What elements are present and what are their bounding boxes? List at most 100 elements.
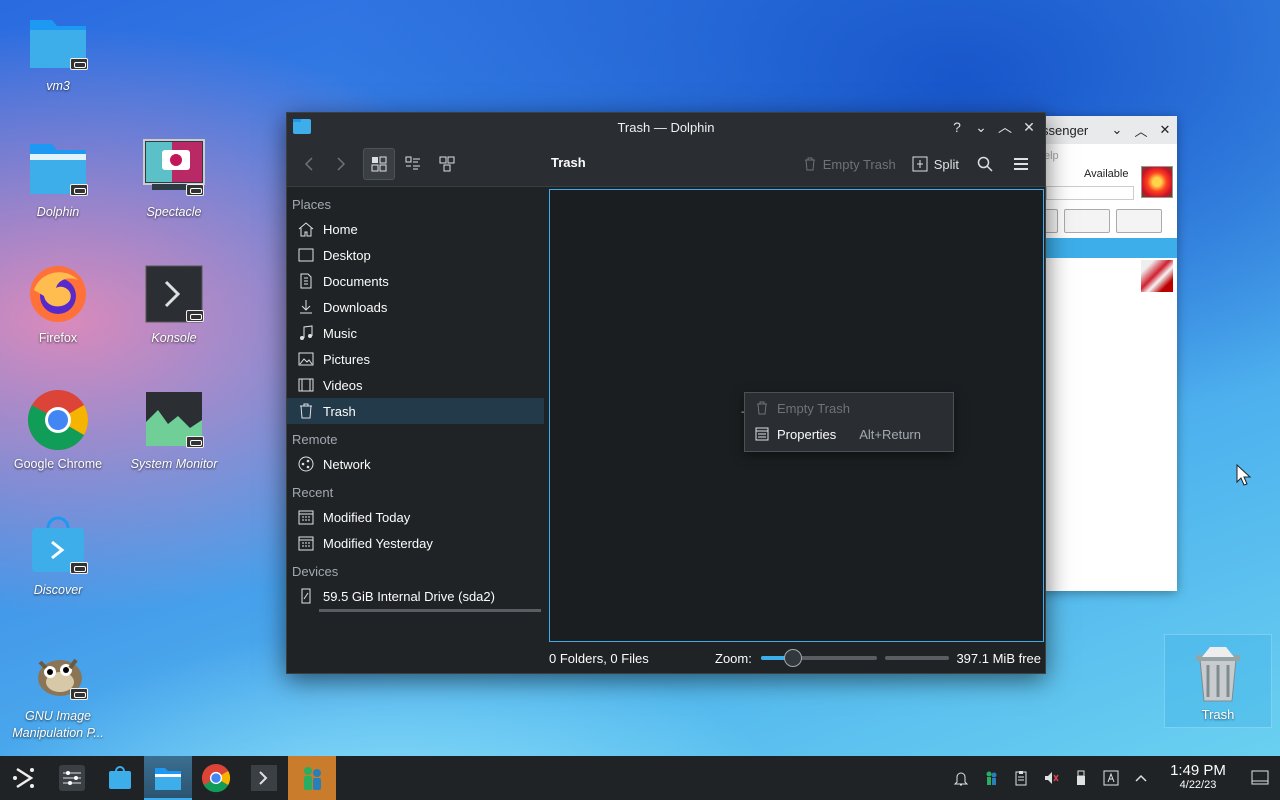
taskbar-konsole[interactable] — [240, 756, 288, 800]
trash-icon — [297, 402, 315, 420]
gimp-icon — [26, 640, 90, 704]
search-button[interactable] — [969, 148, 1001, 180]
taskbar-messenger[interactable] — [288, 756, 336, 800]
sidebar-item-music[interactable]: Music — [287, 320, 544, 346]
messenger-window[interactable]: ssenger ⌄ ︿ ✕ elp Available — [1040, 116, 1177, 591]
list-item-selected[interactable] — [1040, 238, 1177, 258]
chevron-up-icon[interactable] — [1126, 756, 1156, 800]
sidebar-item-label: Music — [323, 325, 357, 341]
status-label[interactable]: Available — [1084, 168, 1128, 180]
context-menu: Empty Trash Properties Alt+Return — [744, 392, 954, 452]
sidebar-item-videos[interactable]: Videos — [287, 372, 544, 398]
show-desktop-icon[interactable] — [1240, 756, 1280, 800]
empty-trash-button[interactable]: Empty Trash — [797, 148, 902, 180]
sidebar-item-modified-today[interactable]: Modified Today — [287, 504, 544, 530]
sidebar-item-pictures[interactable]: Pictures — [287, 346, 544, 372]
desktop-icon-label: vm3 — [46, 79, 70, 93]
keyboard-layout-icon[interactable] — [1096, 756, 1126, 800]
trash-icon — [755, 401, 771, 415]
hamburger-menu-icon — [1014, 158, 1028, 170]
menu-button[interactable] — [1005, 148, 1037, 180]
sidebar-item-label: Home — [323, 221, 358, 237]
home-icon — [297, 220, 315, 238]
volume-muted-icon[interactable] — [1036, 756, 1066, 800]
split-view-icon — [912, 156, 928, 172]
zoom-slider-handle[interactable] — [784, 649, 803, 667]
empty-trash-label: Empty Trash — [822, 156, 896, 172]
close-icon[interactable]: ✕ — [1017, 116, 1041, 138]
chevron-down-icon[interactable]: ⌄ — [1105, 122, 1129, 138]
maximize-icon[interactable]: ︿ — [1129, 121, 1153, 140]
sidebar-item-label: Modified Yesterday — [323, 535, 433, 551]
details-view-button[interactable] — [431, 148, 463, 180]
maximize-icon[interactable]: ︿ — [993, 116, 1017, 138]
menu-help[interactable]: elp — [1040, 144, 1177, 168]
desktop-trash[interactable]: Trash — [1164, 634, 1272, 728]
desktop-icon-label: Google Chrome — [13, 457, 103, 471]
desktop-icon-vm3[interactable]: vm3 — [3, 10, 113, 95]
split-label: Split — [933, 156, 959, 172]
menu-item-empty-trash[interactable]: Empty Trash — [745, 395, 953, 421]
status-bar: 0 Folders, 0 Files Zoom: 397.1 MiB free — [287, 643, 1045, 673]
calendar-icon — [297, 534, 315, 552]
sidebar-item-internal-drive[interactable]: 59.5 GiB Internal Drive (sda2) — [287, 583, 544, 609]
sidebar-item-label: Trash — [323, 403, 356, 419]
toolbar: Trash Empty Trash Split — [287, 141, 1045, 187]
desktop-icon-spectacle[interactable]: Spectacle — [119, 136, 229, 221]
help-icon[interactable]: ? — [945, 116, 969, 138]
contact-options-button[interactable] — [1116, 209, 1162, 233]
sidebar-item-documents[interactable]: Documents — [287, 268, 544, 294]
spectacle-icon — [142, 136, 206, 200]
notifications-icon[interactable] — [946, 756, 976, 800]
taskbar: 1:49 PM 4/22/23 — [0, 756, 1280, 800]
desktop-icon-discover[interactable]: Discover — [3, 514, 113, 599]
clipboard-icon[interactable] — [1006, 756, 1036, 800]
folder-icon — [26, 10, 90, 74]
taskbar-system-settings[interactable] — [48, 756, 96, 800]
minimize-icon[interactable]: ⌄ — [969, 116, 993, 138]
calendar-icon — [297, 508, 315, 526]
status-field[interactable] — [1046, 186, 1134, 200]
compact-view-button[interactable] — [397, 148, 429, 180]
messenger-titlebar[interactable]: ssenger ⌄ ︿ ✕ — [1040, 116, 1177, 144]
usb-device-icon[interactable] — [1066, 756, 1096, 800]
avatar[interactable] — [1141, 166, 1173, 198]
add-contact-button[interactable] — [1064, 209, 1110, 233]
places-header: Places — [292, 197, 332, 212]
taskbar-dolphin[interactable] — [144, 756, 192, 800]
desktop-icon-firefox[interactable]: Firefox — [3, 262, 113, 347]
dolphin-window[interactable]: Trash — Dolphin ? ⌄ ︿ ✕ Trash Empty Tras… — [286, 112, 1046, 674]
digital-clock[interactable]: 1:49 PM 4/22/23 — [1156, 763, 1240, 792]
sidebar-item-downloads[interactable]: Downloads — [287, 294, 544, 320]
application-launcher-button[interactable] — [0, 756, 48, 800]
konsole-icon — [142, 262, 206, 326]
icons-view-button[interactable] — [363, 147, 395, 180]
messenger-tray-icon[interactable] — [976, 756, 1006, 800]
desktop-icon-konsole[interactable]: Konsole — [119, 262, 229, 347]
sidebar-item-modified-yesterday[interactable]: Modified Yesterday — [287, 530, 544, 556]
space-usage-bar[interactable] — [885, 656, 949, 660]
back-button[interactable] — [293, 148, 325, 180]
sidebar-item-desktop[interactable]: Desktop — [287, 242, 544, 268]
desktop-icon-gimp[interactable]: GNU Image Manipulation P... — [3, 640, 113, 742]
desktop-icon-chrome[interactable]: Google Chrome — [3, 388, 113, 473]
chrome-icon — [201, 763, 231, 793]
taskbar-chrome[interactable] — [192, 756, 240, 800]
titlebar[interactable]: Trash — Dolphin ? ⌄ ︿ ✕ — [287, 113, 1045, 141]
close-icon[interactable]: ✕ — [1153, 122, 1177, 138]
location-label[interactable]: Trash — [551, 155, 586, 170]
split-button[interactable]: Split — [906, 148, 965, 180]
sidebar-item-home[interactable]: Home — [287, 216, 544, 242]
sidebar-item-trash[interactable]: Trash — [287, 398, 544, 424]
messenger-toolbar — [1040, 209, 1177, 235]
zoom-slider[interactable] — [761, 649, 877, 667]
forward-button[interactable] — [325, 148, 357, 180]
sidebar-item-network[interactable]: Network — [287, 451, 544, 477]
menu-item-properties[interactable]: Properties Alt+Return — [745, 421, 953, 447]
desktop-icon-system-monitor[interactable]: System Monitor — [119, 388, 229, 473]
taskbar-discover[interactable] — [96, 756, 144, 800]
dolphin-icon — [155, 768, 181, 790]
desktop-icon-dolphin[interactable]: Dolphin — [3, 136, 113, 221]
firefox-icon — [26, 262, 90, 326]
dolphin-app-icon[interactable] — [293, 119, 311, 134]
